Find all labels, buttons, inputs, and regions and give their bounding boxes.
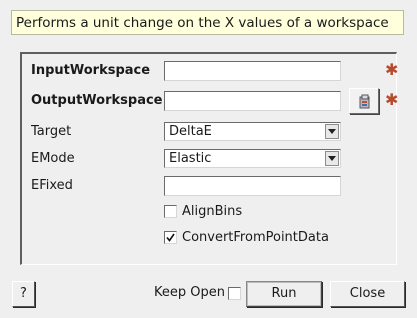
efixed-label: EFixed	[31, 178, 73, 193]
chevron-down-icon[interactable]	[325, 124, 339, 139]
input-workspace-label: InputWorkspace	[31, 63, 151, 78]
input-workspace-field[interactable]	[164, 61, 341, 81]
help-button[interactable]: ?	[12, 281, 35, 307]
emode-label: EMode	[31, 151, 75, 166]
required-star-icon: ✱	[385, 90, 399, 109]
output-workspace-field[interactable]	[164, 91, 341, 111]
output-workspace-label: OutputWorkspace	[31, 93, 163, 108]
align-bins-checkbox[interactable]	[164, 205, 177, 218]
chevron-down-icon[interactable]	[325, 151, 339, 166]
close-button[interactable]: Close	[330, 281, 405, 307]
emode-value: Elastic	[169, 151, 212, 166]
file-browse-icon	[359, 94, 370, 109]
convert-from-point-data-label[interactable]: ConvertFromPointData	[182, 230, 329, 246]
convert-from-point-data-checkbox[interactable]	[164, 231, 177, 244]
emode-dropdown[interactable]: Elastic	[164, 149, 341, 168]
run-button[interactable]: Run	[246, 281, 322, 307]
target-label: Target	[31, 124, 72, 139]
target-dropdown[interactable]: DeltaE	[164, 122, 341, 141]
required-star-icon: ✱	[385, 60, 399, 79]
keep-open-label[interactable]: Keep Open	[154, 285, 225, 301]
efixed-field[interactable]	[164, 176, 341, 196]
algorithm-description: Performs a unit change on the X values o…	[11, 10, 404, 35]
check-icon	[166, 233, 175, 242]
browse-workspace-button[interactable]	[349, 88, 379, 114]
target-value: DeltaE	[169, 124, 212, 139]
keep-open-checkbox[interactable]	[228, 287, 241, 300]
align-bins-label[interactable]: AlignBins	[182, 204, 242, 220]
